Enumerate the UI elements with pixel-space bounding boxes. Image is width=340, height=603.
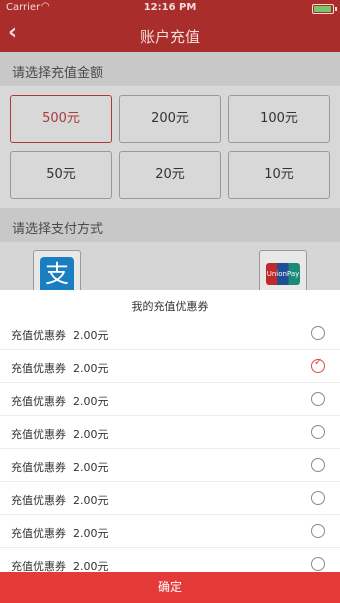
payment-section-header: 请选择支付方式 [0, 208, 340, 242]
status-bar: Carrier ◠ 12:16 PM [0, 0, 340, 17]
amount-option-20[interactable]: 20元 [119, 151, 221, 199]
coupon-name: 充值优惠券 [11, 395, 66, 408]
alipay-icon: 支 [40, 257, 74, 291]
radio-unchecked-icon[interactable] [311, 326, 325, 340]
radio-unchecked-icon[interactable] [311, 392, 325, 406]
coupon-amount: 2.00元 [73, 362, 109, 375]
radio-unchecked-icon[interactable] [311, 458, 325, 472]
payment-methods: 支 UnionPay 银联 [0, 242, 340, 291]
battery-tip [335, 7, 337, 11]
coupon-name: 充值优惠券 [11, 362, 66, 375]
checkmark-icon: ✓ [314, 357, 323, 368]
radio-unchecked-icon[interactable] [311, 491, 325, 505]
battery-icon [312, 4, 334, 14]
status-time: 12:16 PM [143, 2, 197, 13]
amount-option-200[interactable]: 200元 [119, 95, 221, 143]
unionpay-option[interactable]: UnionPay 银联 [259, 250, 307, 290]
radio-unchecked-icon[interactable] [311, 557, 325, 571]
coupon-row[interactable]: 充值优惠券 2.00元 [0, 449, 340, 482]
coupon-row[interactable]: 充值优惠券 2.00元 [0, 416, 340, 449]
radio-unchecked-icon[interactable] [311, 425, 325, 439]
coupon-row[interactable]: 充值优惠券 2.00元 [0, 482, 340, 515]
coupon-sheet-title: 我的充值优惠券 [131, 300, 209, 313]
alipay-option[interactable]: 支 [33, 250, 81, 291]
radio-unchecked-icon[interactable] [311, 524, 325, 538]
coupon-sheet: 我的充值优惠券 充值优惠券 2.00元 充值优惠券 2.00元 ✓ 充值优惠券 … [0, 290, 340, 573]
coupon-row[interactable]: 充值优惠券 2.00元 [0, 548, 340, 573]
coupon-row[interactable]: 充值优惠券 2.00元 [0, 515, 340, 548]
amount-option-50[interactable]: 50元 [10, 151, 112, 199]
page-title: 账户充值 [139, 28, 200, 46]
coupon-row[interactable]: 充值优惠券 2.00元 ✓ [0, 350, 340, 383]
confirm-button[interactable]: 确定 [0, 572, 340, 603]
coupon-amount: 2.00元 [73, 461, 109, 474]
amount-option-500[interactable]: 500元 [10, 95, 112, 143]
nav-bar: ‹ 账户充值 [0, 17, 340, 52]
coupon-name: 充值优惠券 [11, 494, 66, 507]
coupon-amount: 2.00元 [73, 395, 109, 408]
coupon-amount: 2.00元 [73, 494, 109, 507]
coupon-row[interactable]: 充值优惠券 2.00元 [0, 383, 340, 416]
amount-options: 500元 200元 100元 50元 20元 10元 [0, 86, 340, 208]
amount-option-10[interactable]: 10元 [228, 151, 330, 199]
radio-checked-icon[interactable]: ✓ [311, 357, 325, 373]
coupon-name: 充值优惠券 [11, 329, 66, 342]
coupon-row[interactable]: 充值优惠券 2.00元 [0, 317, 340, 350]
amount-option-100[interactable]: 100元 [228, 95, 330, 143]
amount-section-header: 请选择充值金额 [0, 52, 340, 86]
coupon-amount: 2.00元 [73, 428, 109, 441]
coupon-amount: 2.00元 [73, 527, 109, 540]
coupon-amount: 2.00元 [73, 329, 109, 342]
coupon-name: 充值优惠券 [11, 428, 66, 441]
coupon-name: 充值优惠券 [11, 461, 66, 474]
coupon-name: 充值优惠券 [11, 527, 66, 540]
unionpay-icon: UnionPay 银联 [266, 263, 300, 285]
